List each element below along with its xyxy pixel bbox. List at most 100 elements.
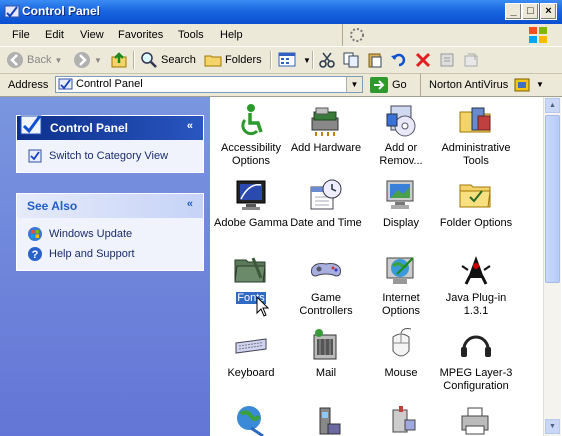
- svg-text:?: ?: [32, 249, 39, 261]
- item-java-plugin[interactable]: Java Plug-in 1.3.1: [438, 252, 514, 318]
- scissors-icon: [319, 52, 335, 68]
- forward-dropdown-icon[interactable]: ▼: [94, 56, 102, 65]
- java-plugin-icon: [461, 256, 491, 285]
- vertical-scrollbar[interactable]: ▲ ▼: [543, 97, 561, 436]
- menu-tools[interactable]: Tools: [178, 29, 204, 41]
- item-printers-faxes[interactable]: [438, 402, 514, 436]
- add-hardware-icon: [311, 107, 339, 136]
- item-mpeg-layer3[interactable]: MPEG Layer-3 Configuration: [438, 327, 514, 393]
- delete-button[interactable]: [414, 50, 432, 70]
- up-folder-button[interactable]: [110, 50, 128, 70]
- item-phone-modem[interactable]: [288, 402, 364, 436]
- toolbar-separator: [312, 51, 314, 69]
- go-button[interactable]: Go: [370, 76, 407, 94]
- windows-update-icon: [28, 227, 42, 241]
- adobe-gamma-icon: [236, 180, 266, 210]
- help-support-link[interactable]: ? Help and Support: [17, 244, 203, 264]
- toolbar-separator: [420, 74, 421, 96]
- delete-x-icon: [415, 52, 431, 68]
- mpeg-layer3-icon: [461, 335, 491, 357]
- menu-file[interactable]: File: [12, 29, 30, 41]
- scroll-up-button[interactable]: ▲: [545, 98, 560, 113]
- folders-label: Folders: [225, 54, 262, 66]
- item-display[interactable]: Display: [363, 177, 439, 230]
- control-panel-header[interactable]: Control Panel «: [17, 115, 203, 140]
- windows-update-link[interactable]: Windows Update: [17, 224, 203, 244]
- norton-antivirus-label[interactable]: Norton AntiVirus: [429, 79, 508, 91]
- item-label: Add or Remov...: [379, 142, 423, 167]
- minimize-button[interactable]: _: [505, 3, 522, 20]
- move-to-button[interactable]: [462, 50, 480, 70]
- collapse-chevron-icon[interactable]: «: [187, 198, 193, 210]
- views-button[interactable]: ▼: [278, 50, 311, 70]
- item-mouse[interactable]: Mouse: [363, 327, 439, 380]
- norton-icon[interactable]: [514, 77, 530, 93]
- item-label: Administrative Tools: [441, 142, 511, 167]
- control-panel-small-icon: [58, 78, 73, 90]
- move-to-icon: [464, 53, 478, 67]
- internet-options-icon: [386, 257, 414, 284]
- item-add-hardware[interactable]: Add Hardware: [288, 102, 364, 155]
- menu-favorites[interactable]: Favorites: [118, 29, 163, 41]
- see-also-header[interactable]: See Also «: [17, 194, 203, 218]
- item-network-connections[interactable]: [213, 402, 289, 436]
- menu-help[interactable]: Help: [220, 29, 243, 41]
- menu-edit[interactable]: Edit: [45, 29, 64, 41]
- address-value: Control Panel: [76, 78, 143, 90]
- menu-view[interactable]: View: [80, 29, 104, 41]
- close-button[interactable]: ×: [540, 3, 557, 20]
- scroll-thumb[interactable]: [545, 115, 560, 283]
- go-arrow-icon: [370, 77, 388, 93]
- item-label: Accessibility Options: [221, 142, 281, 167]
- paste-button[interactable]: [366, 50, 384, 70]
- folders-button[interactable]: Folders: [204, 50, 262, 70]
- maximize-button[interactable]: □: [522, 3, 539, 20]
- links-area: [342, 24, 523, 46]
- back-button[interactable]: Back ▼: [6, 50, 62, 70]
- norton-dropdown-icon[interactable]: ▼: [536, 80, 544, 89]
- up-folder-icon: [111, 52, 127, 68]
- item-accessibility-options[interactable]: Accessibility Options: [213, 102, 289, 168]
- standard-toolbar: Back ▼ ▼ Search Folders ▼: [0, 47, 562, 74]
- undo-button[interactable]: [390, 50, 408, 70]
- address-dropdown-icon[interactable]: ▼: [346, 77, 362, 92]
- address-bar: Address Control Panel ▼ Go Norton AntiVi…: [0, 74, 562, 97]
- item-mail[interactable]: Mail: [288, 327, 364, 380]
- item-label: Java Plug-in 1.3.1: [445, 292, 507, 317]
- item-keyboard[interactable]: Keyboard: [213, 327, 289, 380]
- copy-icon: [343, 52, 359, 68]
- forward-arrow-icon: [74, 52, 90, 68]
- forward-button[interactable]: ▼: [73, 50, 102, 70]
- help-icon: ?: [28, 247, 42, 261]
- properties-button[interactable]: [438, 50, 456, 70]
- collapse-chevron-icon[interactable]: «: [187, 120, 193, 132]
- item-label: Keyboard: [227, 367, 275, 379]
- item-fonts[interactable]: Fonts: [213, 252, 289, 305]
- scroll-down-button[interactable]: ▼: [545, 419, 560, 434]
- back-arrow-icon: [7, 52, 23, 68]
- address-input[interactable]: Control Panel ▼: [55, 76, 363, 93]
- item-power-options[interactable]: [363, 402, 439, 436]
- item-add-remove-programs[interactable]: Add or Remov...: [363, 102, 439, 168]
- item-administrative-tools[interactable]: Administrative Tools: [438, 102, 514, 168]
- item-label: Internet Options: [382, 292, 420, 317]
- item-date-time[interactable]: Date and Time: [288, 177, 364, 230]
- window-title: Control Panel: [22, 4, 101, 18]
- switch-category-view-link[interactable]: Switch to Category View: [17, 146, 203, 166]
- item-folder-options[interactable]: Folder Options: [438, 177, 514, 230]
- item-label: Game Controllers: [299, 292, 353, 317]
- item-internet-options[interactable]: Internet Options: [363, 252, 439, 318]
- search-button[interactable]: Search: [140, 50, 196, 70]
- help-support-label: Help and Support: [49, 248, 135, 260]
- keyboard-icon: [235, 338, 267, 354]
- cut-button[interactable]: [318, 50, 336, 70]
- task-pane: Control Panel « Switch to Category View …: [0, 97, 210, 436]
- copy-button[interactable]: [342, 50, 360, 70]
- item-game-controllers[interactable]: Game Controllers: [288, 252, 364, 318]
- folder-options-icon: [459, 184, 491, 208]
- item-adobe-gamma[interactable]: Adobe Gamma: [213, 177, 289, 230]
- item-label: MPEG Layer-3 Configuration: [439, 367, 513, 392]
- category-view-icon: [28, 149, 42, 163]
- views-dropdown-icon[interactable]: ▼: [303, 56, 311, 65]
- back-dropdown-icon[interactable]: ▼: [54, 56, 62, 65]
